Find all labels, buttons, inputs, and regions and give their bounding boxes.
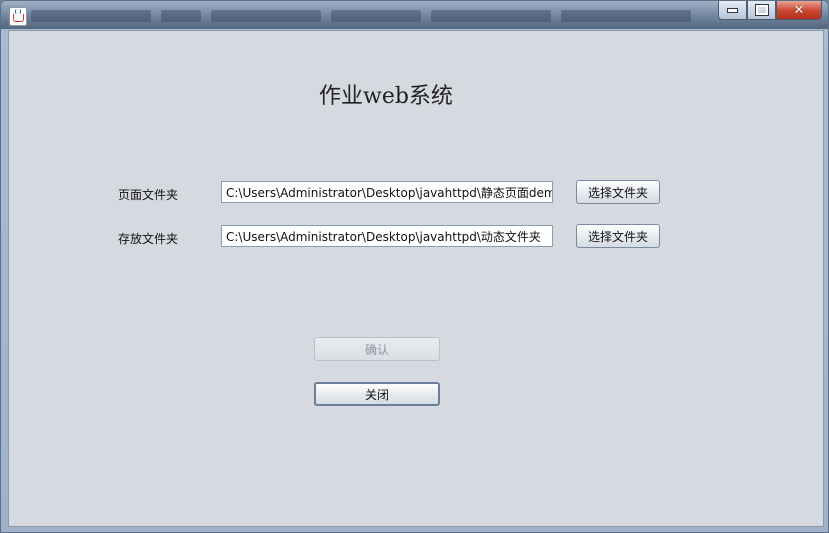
maximize-icon bbox=[754, 4, 769, 16]
title-bar[interactable]: ✕ bbox=[1, 1, 828, 29]
java-app-icon bbox=[9, 7, 27, 26]
app-window: ✕ 作业web系统 页面文件夹 选择文件夹 存放文件夹 选择文件夹 确认 关闭 bbox=[0, 0, 829, 533]
form-panel: 作业web系统 页面文件夹 选择文件夹 存放文件夹 选择文件夹 确认 关闭 bbox=[8, 30, 824, 527]
confirm-button[interactable]: 确认 bbox=[314, 337, 440, 361]
page-title: 作业web系统 bbox=[319, 84, 453, 109]
close-icon: ✕ bbox=[793, 2, 805, 18]
page-folder-label: 页面文件夹 bbox=[118, 188, 179, 202]
store-folder-input[interactable] bbox=[221, 225, 553, 247]
title-bar-background bbox=[31, 8, 721, 24]
choose-store-folder-button[interactable]: 选择文件夹 bbox=[576, 224, 660, 248]
window-controls: ✕ bbox=[718, 1, 822, 21]
store-folder-label: 存放文件夹 bbox=[118, 232, 179, 246]
choose-page-folder-button[interactable]: 选择文件夹 bbox=[576, 180, 660, 204]
close-button[interactable]: 关闭 bbox=[314, 382, 440, 406]
close-window-button[interactable]: ✕ bbox=[776, 1, 822, 20]
minimize-icon bbox=[727, 7, 738, 13]
maximize-button[interactable] bbox=[747, 1, 776, 20]
minimize-button[interactable] bbox=[718, 1, 747, 20]
page-folder-input[interactable] bbox=[221, 181, 553, 203]
